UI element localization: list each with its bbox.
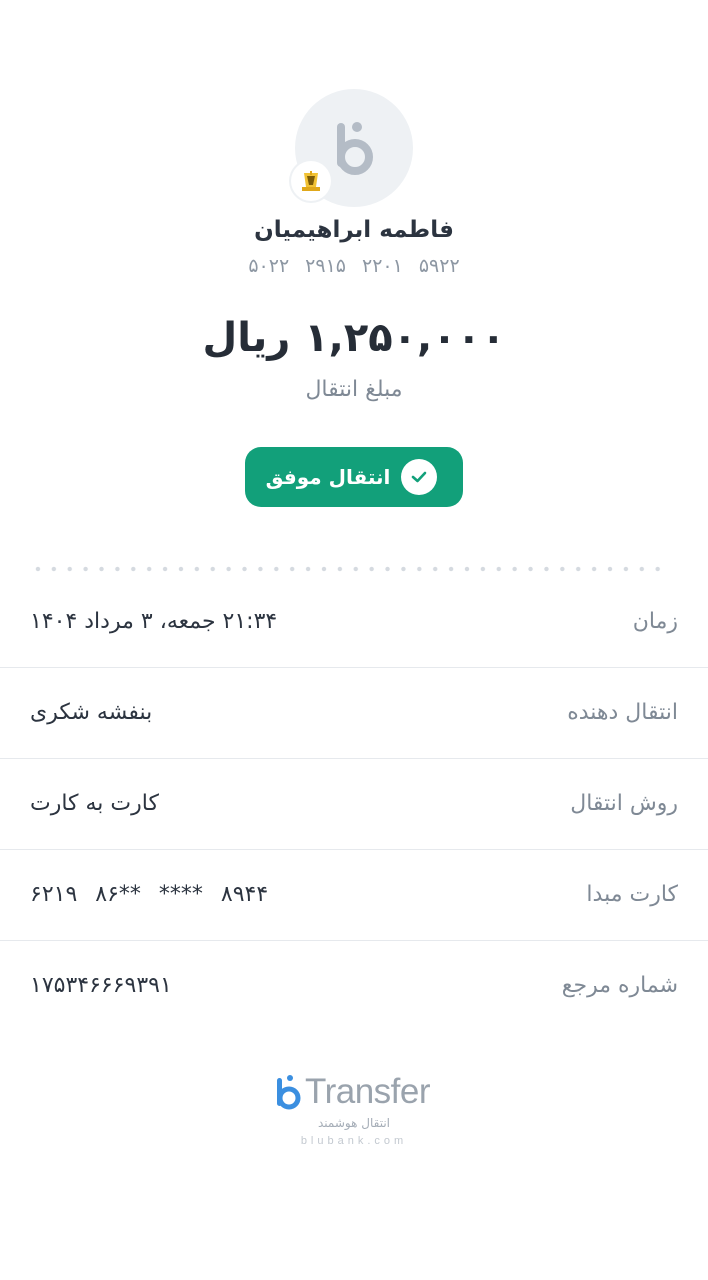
receiver-name: فاطمه ابراهیمیان <box>254 217 454 243</box>
time-label: زمان <box>632 609 678 634</box>
card-group: ۲۲۰۱ <box>362 255 403 277</box>
detail-row-reference: شماره مرجع ۱۷۵۳۴۶۶۶۹۳۹۱ <box>0 940 708 1031</box>
sender-label: انتقال دهنده <box>567 700 678 725</box>
card-group: ۸۹۴۴ <box>220 882 269 907</box>
method-value: کارت به کارت <box>30 791 159 816</box>
transfer-amount: ۱,۲۵۰,۰۰۰ ریال <box>202 315 506 361</box>
source-card-value: ۶۲۱۹ ۸۶** **** ۸۹۴۴ <box>30 849 286 940</box>
status-text: انتقال موفق <box>265 465 391 489</box>
card-group: **** <box>158 882 203 907</box>
dotted-divider <box>30 566 670 572</box>
check-icon <box>411 471 427 483</box>
status-check <box>401 459 437 495</box>
reference-label: شماره مرجع <box>561 973 678 998</box>
bank-icon <box>302 171 320 191</box>
source-card-label: کارت مبدا <box>586 882 678 907</box>
card-group: ۲۹۱۵ <box>305 255 346 277</box>
brand-tagline: انتقال هوشمند <box>318 1116 390 1130</box>
time-value: ۲۱:۳۴ جمعه، ۳ مرداد ۱۴۰۴ <box>30 609 278 634</box>
transfer-amount-label: مبلغ انتقال <box>305 377 403 402</box>
blubank-logo-icon <box>337 122 373 175</box>
detail-row-time: زمان ۲۱:۳۴ جمعه، ۳ مرداد ۱۴۰۴ <box>0 576 708 668</box>
brand-name: Transfer <box>305 1072 431 1111</box>
brand-url: blubank.com <box>300 1135 408 1147</box>
card-group: ۵۰۲۲ <box>248 255 290 277</box>
status-badge: انتقال موفق <box>245 447 463 507</box>
receiver-card-number: ۵۰۲۲ ۲۹۱۵ ۲۲۰۱ ۵۹۲۲ <box>0 250 708 282</box>
blubank-b-icon <box>277 1075 301 1110</box>
detail-row-source-card: کارت مبدا ۶۲۱۹ ۸۶** **** ۸۹۴۴ <box>0 849 708 941</box>
bank-badge <box>291 161 331 201</box>
card-group: ۸۶** <box>95 882 141 907</box>
detail-row-sender: انتقال دهنده بنفشه شکری <box>0 667 708 759</box>
sender-value: بنفشه شکری <box>30 700 153 725</box>
reference-value: ۱۷۵۳۴۶۶۶۹۳۹۱ <box>30 973 172 998</box>
btransfer-logo: Transfer انتقال هوشمند blubank.com <box>275 1072 435 1152</box>
receiver-avatar <box>291 89 413 207</box>
card-group: ۶۲۱۹ <box>30 882 78 907</box>
card-group: ۵۹۲۲ <box>418 255 460 277</box>
detail-row-method: روش انتقال کارت به کارت <box>0 758 708 850</box>
method-label: روش انتقال <box>570 791 678 816</box>
